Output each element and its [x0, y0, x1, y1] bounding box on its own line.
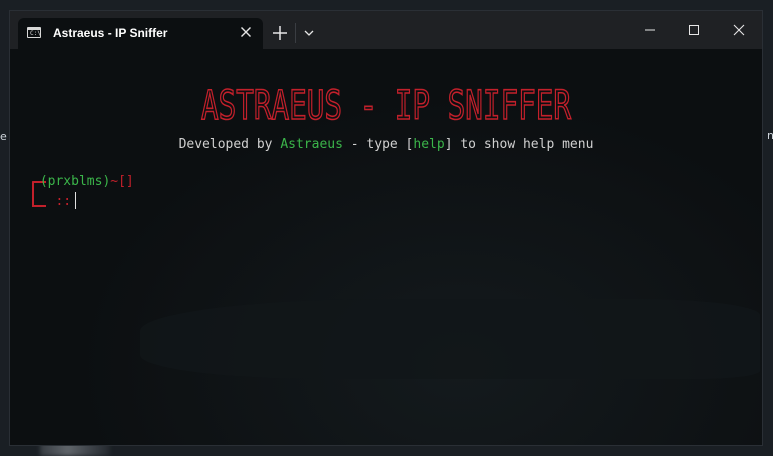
tab-astraeus[interactable]: C:\ Astraeus - IP Sniffer: [18, 18, 263, 49]
terminal-area[interactable]: ASTRAEUS - IP SNIFFER Developed by Astra…: [10, 49, 762, 445]
background-image-faint: [140, 299, 760, 379]
banner-art: ASTRAEUS - IP SNIFFER: [200, 82, 572, 127]
new-tab-button[interactable]: [268, 21, 292, 45]
maximize-button[interactable]: [671, 11, 717, 49]
text-cursor[interactable]: [75, 192, 77, 209]
minimize-icon: [645, 29, 655, 31]
close-tab-icon[interactable]: [236, 22, 256, 42]
prompt-input-marker: ::: [55, 194, 72, 209]
banner-title: ASTRAEUS - IP SNIFFER: [201, 83, 572, 127]
desktop-text-fragment-left: e: [0, 130, 7, 143]
tab-title: Astraeus - IP Sniffer: [53, 26, 168, 40]
subtitle-line: Developed by Astraeus - type [help] to s…: [10, 137, 762, 152]
subtitle-text-1: Developed by: [178, 137, 281, 152]
subtitle-text-3: ] to show help menu: [444, 137, 594, 152]
close-window-button[interactable]: [716, 11, 762, 49]
minimize-button[interactable]: [627, 11, 673, 49]
title-bar[interactable]: C:\ Astraeus - IP Sniffer: [10, 11, 762, 49]
prompt-line-1: (prxblms)~[]: [32, 174, 134, 189]
help-command: help: [413, 137, 445, 152]
plus-icon: [273, 26, 287, 40]
prompt-line-2: ::: [32, 192, 77, 209]
author-name: Astraeus: [280, 137, 343, 152]
terminal-window: C:\ Astraeus - IP Sniffer ASTRAEUS - IP …: [10, 11, 762, 445]
profile-dropdown-button[interactable]: [299, 23, 319, 43]
prompt-user: (prxblms): [39, 174, 111, 189]
subtitle-text-2: - type [: [342, 137, 414, 152]
tab-separator: [295, 23, 296, 43]
prompt-path: ~[]: [110, 174, 134, 189]
close-icon: [733, 24, 745, 36]
chevron-down-icon: [304, 30, 314, 36]
maximize-icon: [689, 25, 699, 35]
terminal-icon: C:\: [27, 27, 41, 38]
desktop-text-fragment-right: n: [767, 129, 773, 142]
ascii-banner: ASTRAEUS - IP SNIFFER: [10, 81, 762, 132]
